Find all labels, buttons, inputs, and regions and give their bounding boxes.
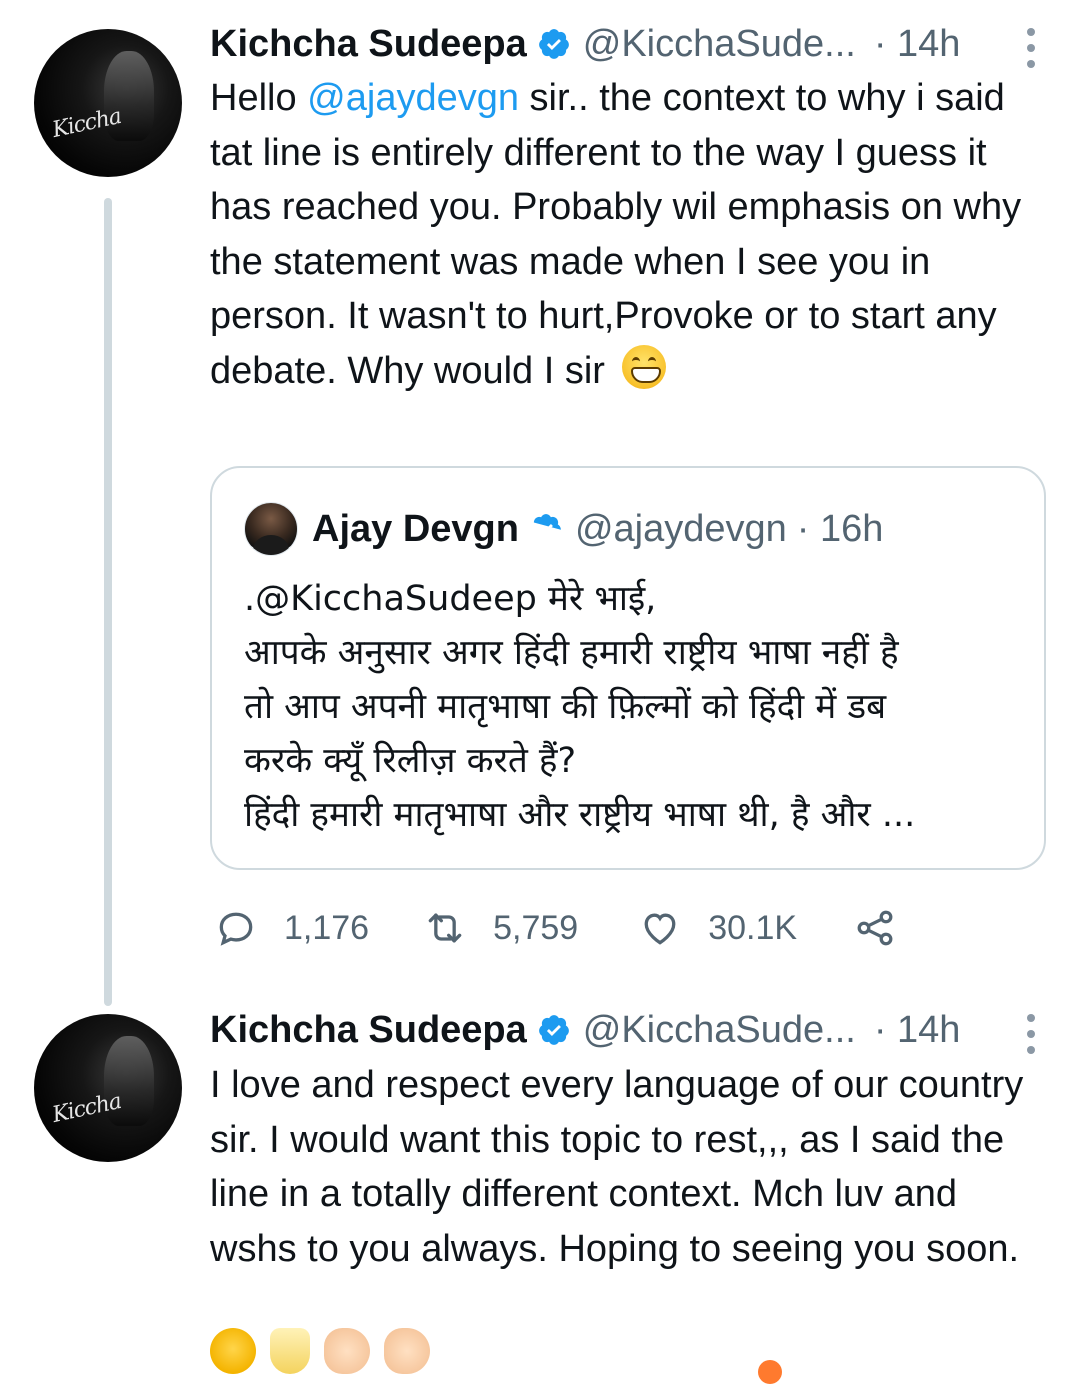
verified-badge-icon xyxy=(538,29,569,59)
author-handle[interactable]: @KicchaSude... xyxy=(583,1009,856,1052)
reply-count: 1,176 xyxy=(284,908,370,947)
more-icon[interactable] xyxy=(1026,1014,1036,1054)
left-facing-fist-icon xyxy=(324,1328,370,1374)
quoted-line: करके क्यूँ रिलीज़ करते हैं? xyxy=(244,741,577,781)
more-icon[interactable] xyxy=(1026,28,1036,68)
tweet-header: Kichcha Sudeepa @KicchaSude... · 14h xyxy=(210,1005,1050,1055)
thread-connector-line xyxy=(104,198,112,1006)
retweet-button[interactable]: 5,759 xyxy=(423,906,578,950)
verified-badge-icon xyxy=(533,514,561,535)
tweet-text-start: Hello xyxy=(210,77,297,119)
quoted-tweet-time: · 16h xyxy=(796,507,884,550)
quoted-line: हिंदी हमारी मातृभाषा और राष्ट्रीय भाषा थ… xyxy=(244,795,916,835)
quoted-line: तो आप अपनी मातृभाषा की फ़िल्मों को हिंदी… xyxy=(244,687,887,727)
clinking-glasses-icon xyxy=(270,1328,310,1374)
avatar[interactable]: Kiccha xyxy=(34,29,182,177)
quoted-tweet-text: .@KicchaSudeep मेरे भाई, आपके अनुसार अगर… xyxy=(244,572,1024,842)
right-facing-fist-icon xyxy=(384,1328,430,1374)
author-name[interactable]: Kichcha Sudeepa xyxy=(210,23,527,66)
reply-icon xyxy=(219,912,253,946)
tweet-text-rest: sir.. the context to why i said tat line… xyxy=(210,77,1022,392)
retweet-icon xyxy=(428,913,462,943)
quoted-line: आपके अनुसार अगर हिंदी हमारी राष्ट्रीय भा… xyxy=(244,633,899,673)
tweet-text: Hello @ajaydevgn sir.. the context to wh… xyxy=(210,71,1050,398)
partying-face-icon xyxy=(210,1328,256,1374)
quoted-avatar xyxy=(244,502,298,556)
notification-dot xyxy=(758,1360,782,1384)
like-count: 30.1K xyxy=(708,908,798,947)
tweet-header: Kichcha Sudeepa @KicchaSude... · 14h xyxy=(210,19,1050,69)
tweet-time[interactable]: · 14h xyxy=(874,1009,961,1052)
verified-badge-icon xyxy=(538,1015,569,1045)
tweet-text: I love and respect every language of our… xyxy=(210,1058,1040,1276)
avatar[interactable]: Kiccha xyxy=(34,1014,182,1162)
quoted-tweet-card[interactable]: Ajay Devgn @ajaydevgn · 16h .@KicchaSude… xyxy=(210,466,1046,870)
like-icon xyxy=(644,913,676,945)
author-handle[interactable]: @KicchaSude... xyxy=(583,23,856,66)
reply-button[interactable]: 1,176 xyxy=(214,906,369,950)
quoted-author-handle: @ajaydevgn xyxy=(574,507,787,550)
tweet-text-content: I love and respect every language of our… xyxy=(210,1064,1024,1270)
author-name[interactable]: Kichcha Sudeepa xyxy=(210,1009,527,1052)
quoted-line: .@KicchaSudeep मेरे भाई, xyxy=(244,579,657,619)
like-button[interactable]: 30.1K xyxy=(638,906,797,950)
quoted-tweet-header: Ajay Devgn @ajaydevgn · 16h xyxy=(244,502,883,556)
retweet-count: 5,759 xyxy=(493,908,579,947)
grinning-emoji-icon xyxy=(621,344,666,389)
quoted-author-name: Ajay Devgn xyxy=(312,507,519,550)
share-button[interactable] xyxy=(853,906,923,950)
tweet-actions-bar: 1,176 5,759 30.1K xyxy=(214,900,923,956)
share-icon xyxy=(857,910,893,946)
mention-link[interactable]: @ajaydevgn xyxy=(307,77,519,119)
emoji-row xyxy=(210,1328,430,1375)
tweet-time[interactable]: · 14h xyxy=(874,23,961,66)
